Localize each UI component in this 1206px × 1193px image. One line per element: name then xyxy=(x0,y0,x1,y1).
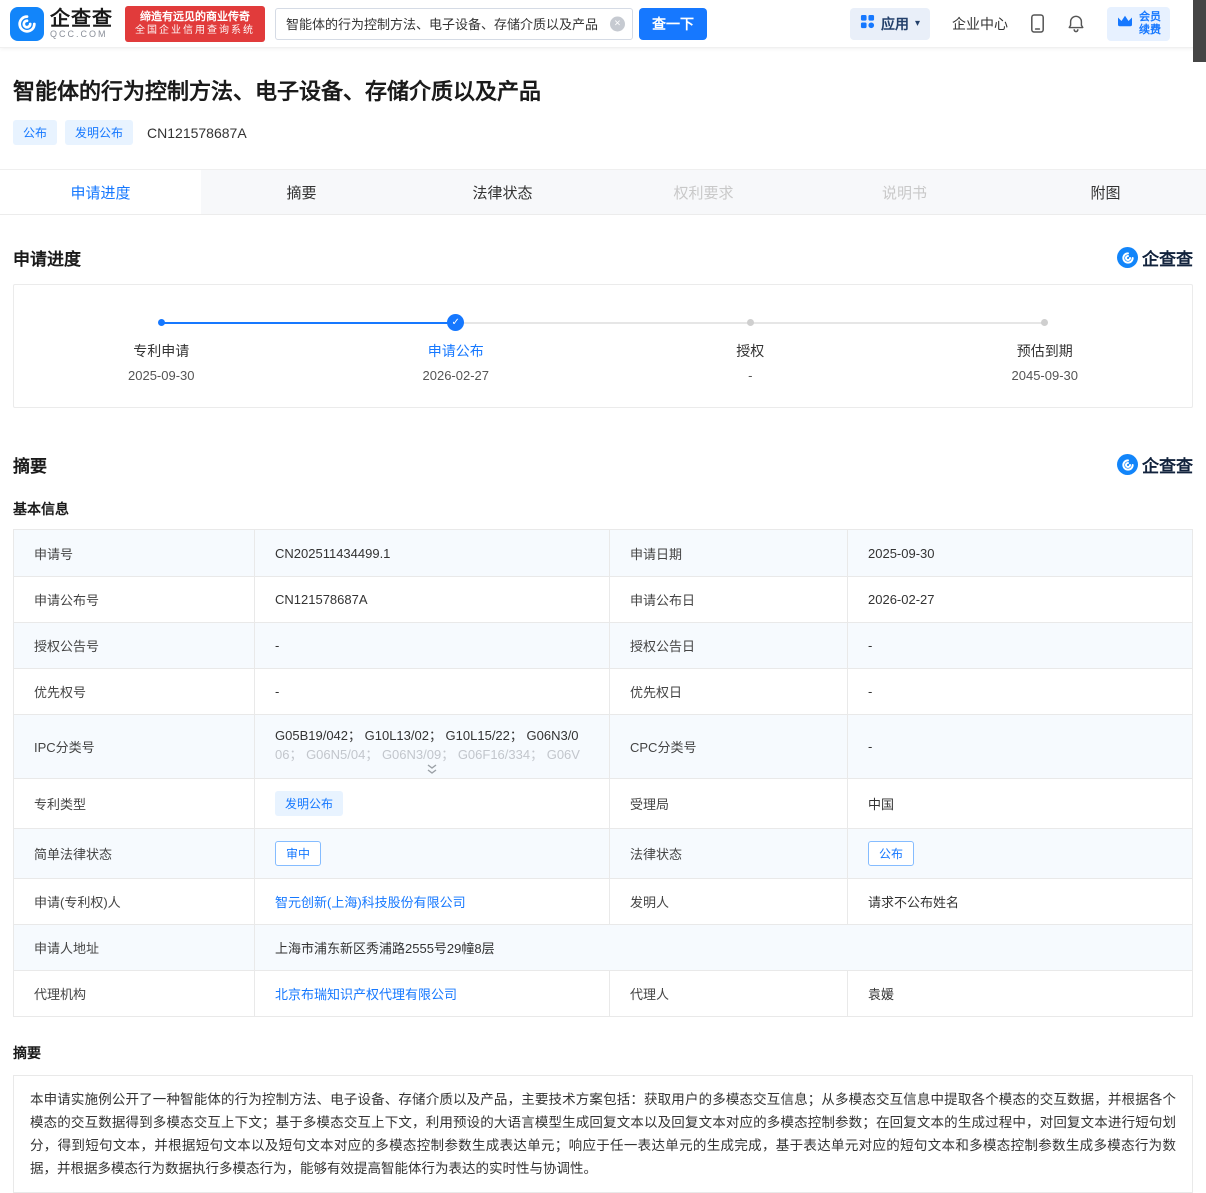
publication-date: 2026-02-27 xyxy=(847,577,1192,622)
table-row: 申请号 CN202511434499.1 申请日期 2025-09-30 xyxy=(14,530,1192,576)
qcc-watermark-text: 企查查 xyxy=(1142,245,1193,270)
qcc-watermark-icon-2 xyxy=(1117,454,1138,475)
slogan-line2: 全国企业信用查询系统 xyxy=(135,24,255,38)
search-input-wrap: × xyxy=(275,8,633,40)
timeline-step-granted: 授权 - xyxy=(603,311,898,383)
brand-domain: QCC.COM xyxy=(50,29,113,39)
timeline-dot-granted xyxy=(747,319,754,326)
brand-name: 企查查 xyxy=(50,9,113,29)
timeline-check-icon: ✓ xyxy=(447,314,464,331)
inventor-name: 请求不公布姓名 xyxy=(847,879,1192,924)
clear-search-icon[interactable]: × xyxy=(610,16,625,31)
qcc-watermark-icon xyxy=(1117,247,1138,268)
table-row: 专利类型 发明公布 受理局 中国 xyxy=(14,778,1192,828)
tab-description: 说明书 xyxy=(804,170,1005,214)
table-row: 代理机构 北京布瑞知识产权代理有限公司 代理人 袁媛 xyxy=(14,970,1192,1016)
membership-renew-button[interactable]: 会员 续费 xyxy=(1107,7,1170,41)
page-title: 智能体的行为控制方法、电子设备、存储介质以及产品 xyxy=(13,74,1193,106)
qcc-logo-icon xyxy=(10,7,44,41)
timeline-step-published: ✓ 申请公布 2026-02-27 xyxy=(309,311,604,383)
table-row: 申请人地址 上海市浦东新区秀浦路2555号29幢8层 xyxy=(14,924,1192,970)
scrollbar-thumb[interactable] xyxy=(1193,0,1206,62)
abstract-text: 本申请实施例公开了一种智能体的行为控制方法、电子设备、存储介质以及产品，主要技术… xyxy=(13,1075,1193,1193)
qcc-logo[interactable]: 企查查 QCC.COM xyxy=(10,7,113,41)
publication-number: CN121578687A xyxy=(254,577,609,622)
timeline-dot-filed xyxy=(158,319,165,326)
status-badge-invention: 发明公布 xyxy=(65,120,133,145)
section-title-progress: 申请进度 xyxy=(13,245,81,270)
qcc-watermark: 企查查 xyxy=(1117,245,1193,270)
table-row: 优先权号 - 优先权日 - xyxy=(14,668,1192,714)
top-header: 企查查 QCC.COM 缔造有远见的商业传奇 全国企业信用查询系统 × 查一下 … xyxy=(0,0,1206,48)
agent-name: 袁媛 xyxy=(847,971,1192,1016)
timeline-dot-expiry xyxy=(1041,319,1048,326)
section-title-abstract: 摘要 xyxy=(13,452,47,477)
table-row: IPC分类号 G05B19/042； G10L13/02； G10L15/22；… xyxy=(14,714,1192,778)
tab-application-progress[interactable]: 申请进度 xyxy=(0,170,201,214)
abstract-subtitle: 摘要 xyxy=(13,1043,1193,1063)
grant-number: - xyxy=(254,623,609,668)
agency-link[interactable]: 北京布瑞知识产权代理有限公司 xyxy=(275,984,457,1003)
chevron-down-icon: ▾ xyxy=(915,18,920,29)
crown-icon xyxy=(1116,14,1134,33)
tab-claims: 权利要求 xyxy=(603,170,804,214)
member-label-line1: 会员 xyxy=(1139,11,1161,23)
tab-abstract[interactable]: 摘要 xyxy=(201,170,402,214)
priority-date: - xyxy=(847,669,1192,714)
qcc-watermark-text-2: 企查查 xyxy=(1142,452,1193,477)
timeline-step-filed: 专利申请 2025-09-30 xyxy=(14,311,309,383)
apps-menu-button[interactable]: 应用 ▾ xyxy=(850,8,930,40)
table-row: 申请(专利权)人 智元创新(上海)科技股份有限公司 发明人 请求不公布姓名 xyxy=(14,878,1192,924)
receiving-office: 中国 xyxy=(847,779,1192,828)
enterprise-center-link[interactable]: 企业中心 xyxy=(952,14,1008,34)
expand-double-chevron-icon[interactable] xyxy=(425,764,439,775)
basic-info-title: 基本信息 xyxy=(13,499,1193,519)
basic-info-table: 申请号 CN202511434499.1 申请日期 2025-09-30 申请公… xyxy=(13,529,1193,1017)
timeline-step-expiry: 预估到期 2045-09-30 xyxy=(898,311,1193,383)
status-badge-publish: 公布 xyxy=(13,120,57,145)
cpc-classification: - xyxy=(847,715,1192,778)
application-date: 2025-09-30 xyxy=(847,530,1192,576)
search-input[interactable] xyxy=(276,9,632,39)
table-row: 简单法律状态 审中 法律状态 公布 xyxy=(14,828,1192,878)
search-button[interactable]: 查一下 xyxy=(639,8,707,40)
applicant-address: 上海市浦东新区秀浦路2555号29幢8层 xyxy=(254,925,1192,970)
applicant-link[interactable]: 智元创新(上海)科技股份有限公司 xyxy=(275,892,466,911)
patent-number: CN121578687A xyxy=(147,125,247,141)
application-number: CN202511434499.1 xyxy=(254,530,609,576)
qcc-watermark-2: 企查查 xyxy=(1117,452,1193,477)
ipc-classification: G05B19/042； G10L13/02； G10L15/22； G06N3/… xyxy=(254,715,609,778)
priority-number: - xyxy=(254,669,609,714)
slogan-line1: 缔造有远见的商业传奇 xyxy=(135,10,255,24)
patent-type-badge: 发明公布 xyxy=(275,791,343,816)
slogan-badge: 缔造有远见的商业传奇 全国企业信用查询系统 xyxy=(125,6,265,42)
member-label-line2: 续费 xyxy=(1139,24,1161,36)
tab-legal-status[interactable]: 法律状态 xyxy=(402,170,603,214)
grant-date: - xyxy=(847,623,1192,668)
apps-grid-icon xyxy=(860,14,875,34)
tab-figures[interactable]: 附图 xyxy=(1005,170,1206,214)
table-row: 授权公告号 - 授权公告日 - xyxy=(14,622,1192,668)
apps-label: 应用 xyxy=(881,14,909,34)
mobile-app-icon[interactable] xyxy=(1030,14,1045,33)
notification-bell-icon[interactable] xyxy=(1067,14,1085,33)
legal-status-badge: 公布 xyxy=(868,841,914,866)
progress-timeline: 专利申请 2025-09-30 ✓ 申请公布 2026-02-27 授权 - 预… xyxy=(13,284,1193,408)
simple-legal-status-badge: 审中 xyxy=(275,841,321,866)
tab-bar: 申请进度 摘要 法律状态 权利要求 说明书 附图 xyxy=(0,169,1206,215)
table-row: 申请公布号 CN121578687A 申请公布日 2026-02-27 xyxy=(14,576,1192,622)
